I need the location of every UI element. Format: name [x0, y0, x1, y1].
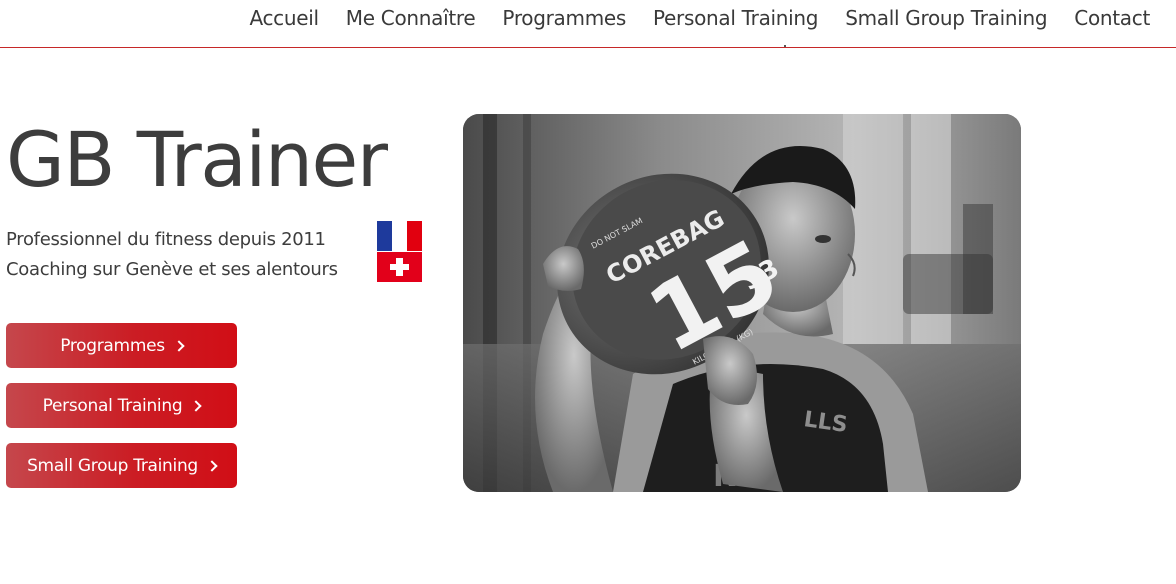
flag-stripe-white — [392, 221, 407, 251]
personal-training-button[interactable]: Personal Training — [6, 383, 237, 428]
flag-stripe-blue — [377, 221, 392, 251]
subtitle-line-experience: Professionnel du fitness depuis 2011 — [6, 229, 326, 250]
chevron-right-icon — [173, 340, 185, 352]
page-title: GB Trainer — [6, 115, 388, 204]
nav-link-programmes[interactable]: Programmes — [502, 6, 626, 30]
small-group-training-button[interactable]: Small Group Training — [6, 443, 237, 488]
france-flag-icon[interactable] — [377, 221, 422, 251]
small-group-training-button-label: Small Group Training — [27, 455, 198, 476]
subtitle-line-location: Coaching sur Genève et ses alentours — [6, 259, 338, 280]
trainer-with-corebag-image: LLS N COREBAG 15 33 DO NOT SLAM KILOGRAM… — [463, 114, 1021, 492]
nav-link-accueil[interactable]: Accueil — [249, 6, 319, 30]
chevron-right-icon — [206, 460, 218, 472]
flag-stripe-red — [407, 221, 422, 251]
hero-subtitle: Professionnel du fitness depuis 2011 Coa… — [6, 225, 338, 285]
top-navigation: Accueil Me Connaître Programmes Personal… — [0, 0, 1176, 48]
nav-link-contact[interactable]: Contact — [1074, 6, 1150, 30]
personal-training-button-label: Personal Training — [42, 395, 183, 416]
nav-link-personal-training[interactable]: Personal Training — [653, 6, 819, 30]
active-nav-indicator — [784, 45, 786, 47]
programmes-button[interactable]: Programmes — [6, 323, 237, 368]
hero-photo: LLS N COREBAG 15 33 DO NOT SLAM KILOGRAM… — [463, 114, 1021, 492]
nav-link-me-connaitre[interactable]: Me Connaître — [346, 6, 476, 30]
nav-menu: Accueil Me Connaître Programmes Personal… — [249, 5, 1150, 31]
chevron-right-icon — [190, 400, 202, 412]
programmes-button-label: Programmes — [60, 335, 165, 356]
nav-link-small-group-training[interactable]: Small Group Training — [845, 6, 1047, 30]
switzerland-flag-icon[interactable] — [377, 252, 422, 282]
swiss-cross-horizontal — [390, 264, 409, 270]
